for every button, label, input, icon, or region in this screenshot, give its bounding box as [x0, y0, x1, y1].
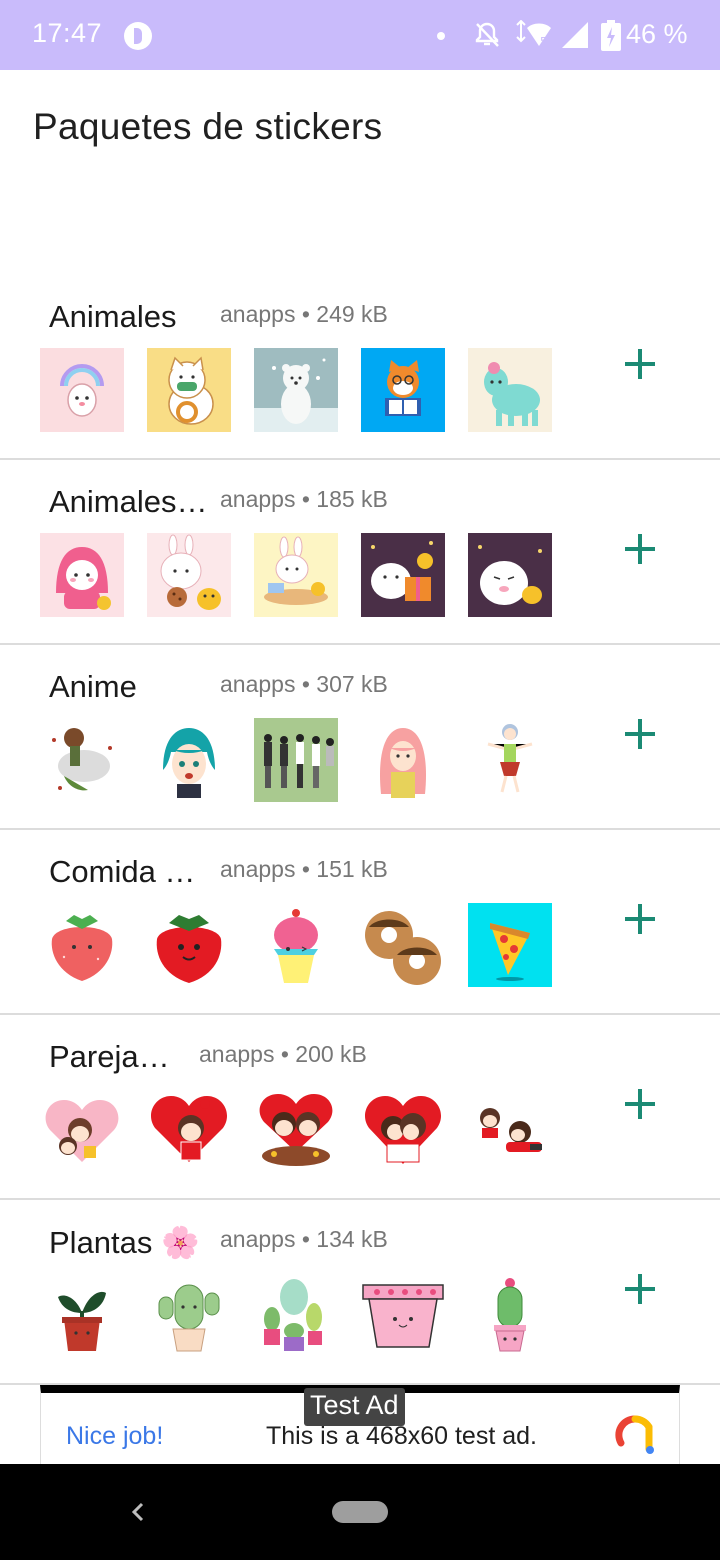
sticker-thumb: [254, 348, 338, 432]
sticker-thumb: [254, 1273, 338, 1357]
sticker-thumb: [254, 903, 338, 987]
pack-meta: anapps • 185 kB: [220, 486, 388, 512]
add-pack-button[interactable]: [620, 900, 660, 940]
sticker-thumb: [468, 348, 552, 432]
sticker-thumb: [254, 718, 338, 802]
battery-icon: [601, 20, 621, 51]
ad-label: Test Ad: [304, 1388, 405, 1426]
p-icon: [124, 22, 152, 50]
sticker-thumb: [40, 348, 124, 432]
pack-row[interactable]: Comida … anapps • 151 kB: [0, 830, 720, 1015]
navigation-bar: [0, 1464, 720, 1560]
wifi-icon: 5: [516, 20, 551, 48]
pack-row[interactable]: Animales anapps • 249 kB: [0, 275, 720, 460]
add-pack-button[interactable]: [620, 530, 660, 570]
sticker-thumb: [147, 903, 231, 987]
pack-meta: anapps • 151 kB: [220, 856, 388, 882]
sticker-thumb: [361, 348, 445, 432]
svg-text:5: 5: [540, 35, 547, 48]
pack-name: Plantas 🌸: [49, 1225, 200, 1260]
home-pill-button[interactable]: [332, 1501, 388, 1523]
add-pack-button[interactable]: [620, 1270, 660, 1310]
add-pack-button[interactable]: [620, 715, 660, 755]
sticker-thumb: [468, 533, 552, 617]
pack-name: Anime: [49, 669, 137, 704]
signal-icon: [562, 22, 588, 48]
sticker-thumb: [468, 903, 552, 987]
sticker-thumb: [40, 533, 124, 617]
notification-dot: [437, 32, 445, 40]
pack-row[interactable]: Plantas 🌸 anapps • 134 kB: [0, 1200, 720, 1385]
back-icon[interactable]: [128, 1500, 148, 1524]
pack-name: Animales…: [49, 484, 208, 519]
pack-meta: anapps • 200 kB: [199, 1041, 367, 1067]
pack-row[interactable]: Animales… anapps • 185 kB: [0, 460, 720, 645]
pack-name: Animales: [49, 299, 177, 334]
sticker-thumb: [361, 533, 445, 617]
sticker-thumb: [147, 1088, 231, 1172]
sticker-thumb: [361, 1273, 445, 1357]
sticker-thumb: [254, 533, 338, 617]
status-bar: 17:47 5 46 %: [0, 0, 720, 70]
sticker-thumb: [468, 1273, 552, 1357]
ad-logo-icon: [615, 1415, 654, 1454]
sticker-thumb: [40, 1088, 124, 1172]
status-time: 17:47: [32, 18, 103, 48]
sticker-thumb: [361, 903, 445, 987]
battery-percent: 46 %: [626, 19, 688, 49]
sticker-thumb: [468, 718, 552, 802]
sticker-thumb: [147, 718, 231, 802]
sticker-thumb: [40, 718, 124, 802]
sticker-thumb: [468, 1088, 552, 1172]
add-pack-button[interactable]: [620, 345, 660, 385]
pack-meta: anapps • 134 kB: [220, 1226, 388, 1252]
sticker-thumb: [147, 533, 231, 617]
page-title: Paquetes de stickers: [33, 106, 383, 147]
sticker-thumb: [147, 1273, 231, 1357]
pack-row[interactable]: Pareja… anapps • 200 kB: [0, 1015, 720, 1200]
sticker-thumb: [40, 903, 124, 987]
pack-meta: anapps • 307 kB: [220, 671, 388, 697]
sticker-thumb: [147, 348, 231, 432]
pack-name: Pareja…: [49, 1039, 170, 1074]
sticker-thumb: [40, 1273, 124, 1357]
bell-off-icon: [475, 22, 499, 47]
add-pack-button[interactable]: [620, 1085, 660, 1125]
sticker-thumb: [361, 1088, 445, 1172]
sticker-thumb: [361, 718, 445, 802]
pack-row[interactable]: Anime anapps • 307 kB: [0, 645, 720, 830]
sticker-thumb: [254, 1088, 338, 1172]
pack-meta: anapps • 249 kB: [220, 301, 388, 327]
pack-name: Comida …: [49, 854, 196, 889]
ad-nice-text[interactable]: Nice job!: [66, 1422, 163, 1451]
ad-description[interactable]: This is a 468x60 test ad.: [266, 1422, 537, 1451]
